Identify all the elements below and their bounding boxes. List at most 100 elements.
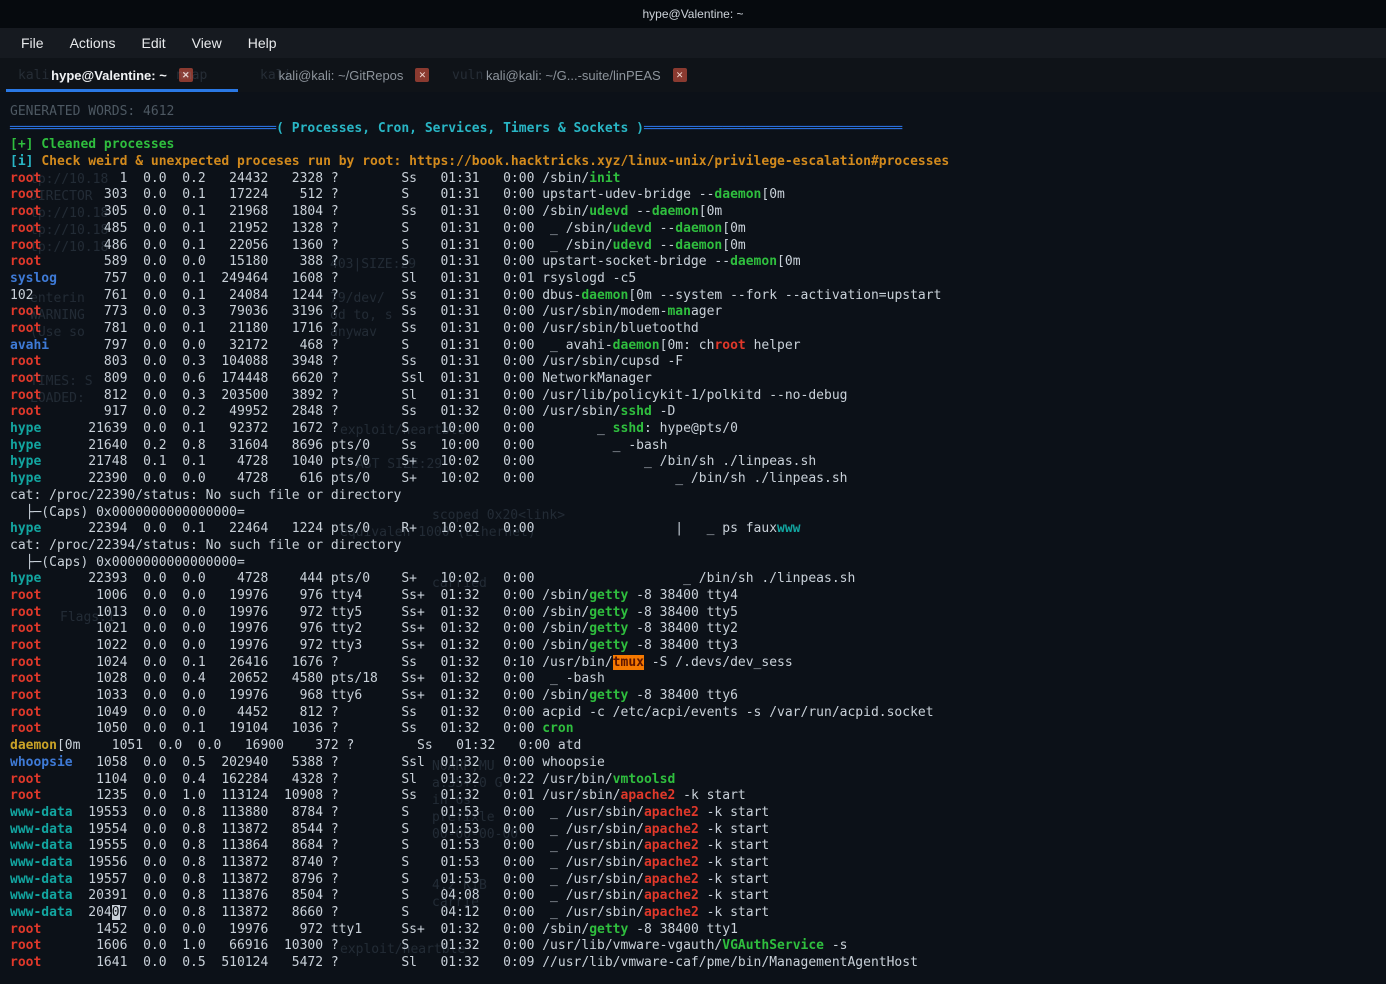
terminal-text: root bbox=[10, 638, 80, 653]
terminal-text: [0m bbox=[57, 738, 80, 753]
tmux-highlight: tmux bbox=[613, 655, 644, 670]
terminal-text: 102 bbox=[10, 288, 80, 303]
terminal-line: root 1104 0.0 0.4 162284 4328 ? Sl 01:32… bbox=[10, 772, 1386, 789]
menu-item-actions[interactable]: Actions bbox=[59, 31, 127, 55]
menu-item-help[interactable]: Help bbox=[237, 31, 288, 55]
terminal-text: root bbox=[10, 938, 80, 953]
menu-item-view[interactable]: View bbox=[181, 31, 233, 55]
terminal-line: root 1022 0.0 0.0 19976 972 tty3 Ss+ 01:… bbox=[10, 638, 1386, 655]
terminal-text: 22394 0.0 0.1 22464 1224 pts/0 R+ 10:02 … bbox=[80, 521, 777, 536]
terminal-text: avahi bbox=[10, 338, 80, 353]
terminal-text: -k start bbox=[675, 788, 745, 803]
terminal-window: hype@Valentine: ~ FileActionsEditViewHel… bbox=[0, 0, 1386, 984]
terminal-text: 797 0.0 0.0 32172 468 ? S 01:31 0:00 _ a… bbox=[80, 338, 612, 353]
terminal-text: 812 0.0 0.3 203500 3892 ? Sl 01:31 0:00 … bbox=[80, 388, 847, 403]
terminal-text: ═════════════════════════════════ bbox=[644, 121, 902, 136]
terminal-text: www-data bbox=[10, 905, 80, 920]
terminal-text: getty bbox=[589, 638, 628, 653]
terminal-line: root 1235 0.0 1.0 113124 10908 ? Ss 01:3… bbox=[10, 788, 1386, 805]
terminal-text: root bbox=[10, 171, 80, 186]
terminal-text: syslog bbox=[10, 271, 80, 286]
terminal-text: 19554 0.0 0.8 113872 8544 ? S 01:53 0:00… bbox=[80, 822, 644, 837]
terminal-text: -k start bbox=[699, 888, 769, 903]
terminal-text: udevd bbox=[589, 204, 628, 219]
terminal-text: 22390 0.0 0.0 4728 616 pts/0 S+ 10:02 0:… bbox=[80, 471, 847, 486]
terminal-text: Check weird & unexpected proceses run by… bbox=[41, 154, 949, 169]
terminal-line: avahi 797 0.0 0.0 32172 468 ? S 01:31 0:… bbox=[10, 338, 1386, 355]
tab-close-icon[interactable]: ✕ bbox=[415, 68, 429, 82]
tab-2[interactable]: kali@kali: ~/GitRepos✕ bbox=[238, 58, 470, 92]
terminal-text: 589 0.0 0.0 15180 388 ? S 01:31 0:00 ups… bbox=[80, 254, 730, 269]
terminal-line: root 589 0.0 0.0 15180 388 ? S 01:31 0:0… bbox=[10, 254, 1386, 271]
terminal-text: [0m bbox=[722, 238, 745, 253]
terminal-text: -8 38400 tty5 bbox=[628, 605, 738, 620]
terminal-line: [+] Cleaned processes bbox=[10, 137, 1386, 154]
terminal-line: ├─(Caps) 0x0000000000000000= bbox=[10, 505, 1386, 522]
terminal-text: -- bbox=[628, 204, 651, 219]
menu-bar: FileActionsEditViewHelp bbox=[0, 28, 1386, 58]
terminal-text: hype bbox=[10, 571, 80, 586]
terminal-text: 781 0.0 0.1 21180 1716 ? Ss 01:31 0:00 /… bbox=[80, 321, 698, 336]
terminal-text: 22393 0.0 0.0 4728 444 pts/0 S+ 10:02 0:… bbox=[80, 571, 855, 586]
terminal-text: : ch bbox=[683, 338, 714, 353]
terminal-text: root bbox=[10, 404, 80, 419]
terminal-line: syslog 757 0.0 0.1 249464 1608 ? Sl 01:3… bbox=[10, 271, 1386, 288]
terminal-text: cat: /proc/22394/status: No such file or… bbox=[10, 538, 401, 553]
terminal-text: 1013 0.0 0.0 19976 972 tty5 Ss+ 01:32 0:… bbox=[80, 605, 589, 620]
terminal-text: -k start bbox=[699, 805, 769, 820]
terminal-line: root 1028 0.0 0.4 20652 4580 pts/18 Ss+ … bbox=[10, 671, 1386, 688]
menu-item-file[interactable]: File bbox=[10, 31, 55, 55]
terminal-text: hype bbox=[10, 421, 80, 436]
terminal-text: apache2 bbox=[644, 838, 699, 853]
terminal-text: root bbox=[10, 187, 80, 202]
terminal-text: 917 0.0 0.2 49952 2848 ? Ss 01:32 0:00 /… bbox=[80, 404, 620, 419]
terminal-text: man bbox=[667, 304, 690, 319]
tab-3[interactable]: kali@kali: ~/G...-suite/linPEAS✕ bbox=[470, 58, 703, 92]
terminal-text: root bbox=[10, 304, 80, 319]
terminal-text: -8 38400 tty6 bbox=[628, 688, 738, 703]
terminal-text: 1006 0.0 0.0 19976 976 tty4 Ss+ 01:32 0:… bbox=[80, 588, 589, 603]
terminal-text: 21639 0.0 0.1 92372 1672 ? S 10:00 0:00 … bbox=[80, 421, 612, 436]
terminal-text: helper bbox=[746, 338, 801, 353]
tab-close-icon[interactable]: ✕ bbox=[179, 68, 193, 82]
terminal-text: apache2 bbox=[644, 805, 699, 820]
terminal-text: ( Processes, Cron, Services, Timers & So… bbox=[276, 121, 644, 136]
terminal-line: root 1021 0.0 0.0 19976 976 tty2 Ss+ 01:… bbox=[10, 621, 1386, 638]
terminal-text: 757 0.0 0.1 249464 1608 ? Sl 01:31 0:01 … bbox=[80, 271, 636, 286]
terminal-text: 1104 0.0 0.4 162284 4328 ? Sl 01:32 0:22… bbox=[80, 772, 612, 787]
tab-1[interactable]: hype@Valentine: ~✕ bbox=[6, 58, 238, 92]
terminal-text: root bbox=[10, 354, 80, 369]
terminal-line: root 1050 0.0 0.1 19104 1036 ? Ss 01:32 … bbox=[10, 721, 1386, 738]
terminal-line: root 1049 0.0 0.0 4452 812 ? Ss 01:32 0:… bbox=[10, 705, 1386, 722]
terminal-output[interactable]: GENERATED WORDS: 4612═══════════════════… bbox=[0, 92, 1386, 984]
terminal-text: getty bbox=[589, 588, 628, 603]
terminal-text: root bbox=[10, 321, 80, 336]
terminal-text: daemon bbox=[652, 204, 699, 219]
terminal-text: -k start bbox=[699, 838, 769, 853]
menu-item-edit[interactable]: Edit bbox=[130, 31, 176, 55]
terminal-text: root bbox=[10, 204, 80, 219]
terminal-text: www bbox=[777, 521, 800, 536]
terminal-line: daemon[0m 1051 0.0 0.0 16900 372 ? Ss 01… bbox=[10, 738, 1386, 755]
terminal-text: 19555 0.0 0.8 113864 8684 ? S 01:53 0:00… bbox=[80, 838, 644, 853]
terminal-text: ├─(Caps) 0x0000000000000000= bbox=[10, 555, 245, 570]
terminal-text: -k start bbox=[699, 872, 769, 887]
terminal-text: 305 0.0 0.1 21968 1804 ? Ss 01:31 0:00 /… bbox=[80, 204, 589, 219]
terminal-text: getty bbox=[589, 605, 628, 620]
terminal-text: 1606 0.0 1.0 66916 10300 ? S 01:32 0:00 … bbox=[80, 938, 722, 953]
terminal-text: [0m bbox=[722, 221, 745, 236]
window-titlebar[interactable]: hype@Valentine: ~ bbox=[0, 0, 1386, 28]
terminal-line: root 486 0.0 0.1 22056 1360 ? S 01:31 0:… bbox=[10, 238, 1386, 255]
terminal-text: 761 0.0 0.1 24084 1244 ? Ss 01:31 0:00 d… bbox=[80, 288, 581, 303]
terminal-line: www-data 19553 0.0 0.8 113880 8784 ? S 0… bbox=[10, 805, 1386, 822]
terminal-text: 1452 0.0 0.0 19976 972 tty1 Ss+ 01:32 0:… bbox=[80, 922, 589, 937]
terminal-line: root 1033 0.0 0.0 19976 968 tty6 Ss+ 01:… bbox=[10, 688, 1386, 705]
terminal-text: root bbox=[10, 371, 80, 386]
terminal-line: www-data 19556 0.0 0.8 113872 8740 ? S 0… bbox=[10, 855, 1386, 872]
terminal-line: www-data 19555 0.0 0.8 113864 8684 ? S 0… bbox=[10, 838, 1386, 855]
terminal-text: 1051 0.0 0.0 16900 372 ? Ss 01:32 0:00 a… bbox=[80, 738, 581, 753]
terminal-text: hype bbox=[10, 454, 80, 469]
terminal-text: -- bbox=[652, 221, 675, 236]
tab-close-icon[interactable]: ✕ bbox=[673, 68, 687, 82]
terminal-text: getty bbox=[589, 621, 628, 636]
